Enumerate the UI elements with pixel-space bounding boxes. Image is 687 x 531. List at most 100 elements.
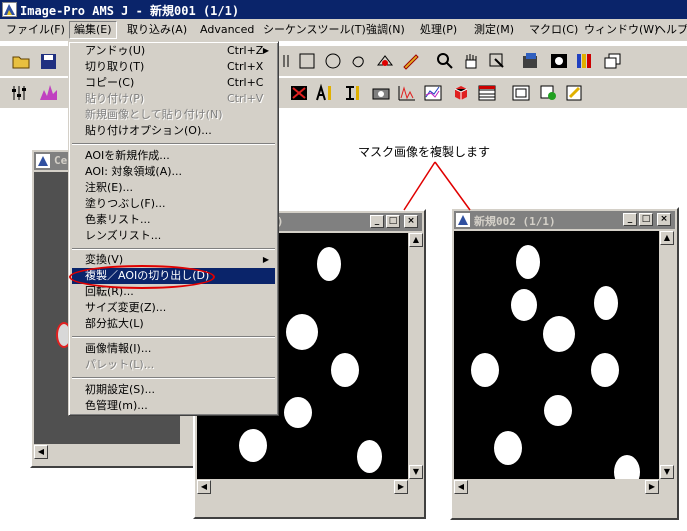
rectangle-tool-icon[interactable] (296, 51, 318, 71)
menu-separator (72, 377, 275, 379)
menu-macro[interactable]: マクロ(C) (525, 22, 582, 38)
menu-bar: ファイル(F) 編集(E) 取り込み(A) Advanced シーケンスツール(… (0, 19, 687, 42)
menu-edit[interactable]: 編集(E) (69, 21, 117, 39)
menu-paste-options[interactable]: 貼り付けオプション(O)... (72, 123, 275, 139)
scroll-down-icon[interactable]: ▼ (660, 465, 674, 479)
scroll-up-icon[interactable]: ▲ (409, 233, 423, 247)
duplicated-mask-image[interactable] (454, 231, 659, 489)
mask-spot (516, 245, 540, 279)
menu-advanced[interactable]: Advanced (196, 22, 258, 38)
ellipse-tool-icon[interactable] (322, 51, 344, 71)
scroll-right-icon[interactable]: ▶ (394, 480, 408, 494)
menu-paste: 貼り付け(P) Ctrl+V (85, 92, 264, 105)
measure-icon[interactable] (342, 83, 364, 103)
menu-resize[interactable]: サイズ変更(Z)... (72, 300, 275, 316)
count-measure-icon[interactable] (314, 83, 336, 103)
menu-acquire[interactable]: 取り込み(A) (123, 22, 191, 38)
pointer-tool-icon[interactable] (486, 51, 508, 71)
open-icon[interactable] (10, 51, 32, 71)
close-icon[interactable]: × (657, 213, 671, 226)
scroll-left-icon[interactable]: ◀ (197, 480, 211, 494)
mask-spot (511, 289, 537, 321)
menu-color-management[interactable]: 色管理(m)... (72, 398, 275, 414)
magic-wand-icon[interactable] (374, 51, 396, 71)
menu-separator (72, 248, 275, 250)
horizontal-scrollbar[interactable]: ◀ (34, 444, 196, 460)
mask-spot (331, 353, 359, 387)
mask-spot (286, 314, 318, 350)
menu-enhance[interactable]: 強調(N) (362, 22, 409, 38)
menu-zoom-region[interactable]: 部分拡大(L) (72, 316, 275, 332)
menu-fill[interactable]: 塗りつぶし(F)... (72, 196, 275, 212)
horizontal-scrollbar[interactable]: ◀ ▶ (197, 479, 408, 495)
graph-icon[interactable] (422, 83, 444, 103)
mask-spot (471, 353, 499, 387)
annotation-arrows (403, 161, 471, 211)
camera-icon[interactable] (548, 51, 570, 71)
horizontal-scrollbar[interactable]: ◀ ▶ (454, 479, 659, 495)
menu-image-info[interactable]: 画像情報(I)... (72, 341, 275, 357)
maximize-icon[interactable]: □ (386, 215, 400, 228)
menu-paste-as-new: 新規画像として貼り付け(N) (85, 108, 223, 121)
tile-windows-icon[interactable] (602, 51, 624, 71)
mask-spot (317, 247, 341, 281)
segmentation-icon[interactable] (288, 83, 310, 103)
image-window-duplicate[interactable]: 新規002 (1/1) _ □ × ▲ ▼ ◀ ▶ (450, 207, 679, 520)
mask-spot (591, 353, 619, 387)
menu-palette: パレット(L)... (85, 358, 155, 371)
scroll-down-icon[interactable]: ▼ (409, 465, 423, 479)
menu-annotation[interactable]: 注釈(E)... (72, 180, 275, 196)
zoom-icon[interactable] (434, 51, 456, 71)
data-table-icon[interactable] (476, 83, 498, 103)
menu-aoi[interactable]: AOI: 対象領域(A)... (72, 164, 275, 180)
menu-help[interactable]: ヘルプ (651, 22, 687, 38)
maximize-icon[interactable]: □ (639, 213, 653, 226)
menu-lens-list[interactable]: レンズリスト... (72, 228, 275, 244)
capture-icon[interactable] (520, 51, 542, 71)
scroll-up-icon[interactable]: ▲ (660, 231, 674, 245)
menu-undo[interactable]: アンドゥ(U) Ctrl+Z ▶ (72, 43, 275, 59)
mask-spot (357, 440, 382, 473)
menu-file[interactable]: ファイル(F) (2, 22, 69, 38)
scroll-left-icon[interactable]: ◀ (34, 445, 48, 459)
scroll-left-icon[interactable]: ◀ (454, 480, 468, 494)
sliders-icon[interactable] (10, 83, 32, 103)
line-profile-icon[interactable] (396, 83, 418, 103)
submenu-arrow-icon: ▶ (262, 46, 269, 55)
vertical-scrollbar[interactable]: ▲ ▼ (659, 231, 675, 479)
window-title: Ce (54, 154, 68, 167)
3d-cube-icon[interactable] (450, 83, 472, 103)
save-icon[interactable] (38, 51, 60, 71)
menu-process[interactable]: 処理(P) (416, 22, 461, 38)
minimize-icon[interactable]: _ (623, 213, 637, 226)
vertical-scrollbar[interactable]: ▲ ▼ (408, 233, 424, 479)
menu-separator (72, 143, 275, 145)
mask-spot (544, 395, 572, 426)
freehand-tool-icon[interactable] (348, 51, 370, 71)
app-title-bar: Image-Pro AMS J - 新規001 (1/1) (0, 0, 687, 19)
close-icon[interactable]: × (404, 215, 418, 228)
menu-cut[interactable]: 切り取り(T) Ctrl+X (72, 59, 275, 75)
menu-sequence-tools[interactable]: シーケンスツール(T) (259, 22, 370, 38)
annotation-callout: マスク画像を複製します (358, 145, 491, 159)
scroll-right-icon[interactable]: ▶ (645, 480, 659, 494)
app-icon[interactable] (2, 2, 17, 17)
window-title: 新規002 (1/1) (474, 215, 556, 228)
color-channel-icon[interactable] (574, 51, 596, 71)
pan-hand-icon[interactable] (460, 51, 482, 71)
macro-run-icon[interactable] (538, 83, 560, 103)
minimize-icon[interactable]: _ (370, 215, 384, 228)
dialog-icon[interactable] (510, 83, 532, 103)
menu-new-aoi[interactable]: AOIを新規作成... (72, 148, 275, 164)
histogram-icon[interactable] (38, 83, 60, 103)
macro-edit-icon[interactable] (564, 83, 586, 103)
menu-measure[interactable]: 測定(M) (470, 22, 518, 38)
pencil-tool-icon[interactable] (400, 51, 422, 71)
menu-preferences[interactable]: 初期設定(S)... (72, 382, 275, 398)
menu-dye-list[interactable]: 色素リスト... (72, 212, 275, 228)
menu-separator (72, 336, 275, 338)
mask-spot (594, 286, 618, 320)
menu-copy[interactable]: コピー(C) Ctrl+C (72, 75, 275, 91)
snapshot-icon[interactable] (370, 83, 392, 103)
window-title-bar[interactable]: 新規002 (1/1) _ □ × (454, 211, 675, 229)
